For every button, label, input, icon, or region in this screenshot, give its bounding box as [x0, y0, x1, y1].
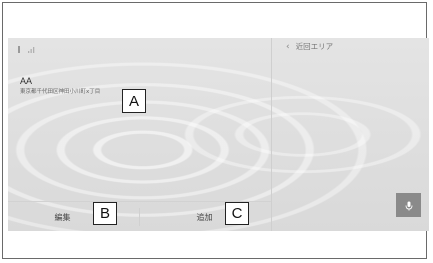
callout-b: B [93, 202, 117, 225]
add-button[interactable]: 追加 [140, 202, 271, 231]
list-item[interactable]: AA 東京都千代田区神田小川町x丁目 [20, 76, 100, 96]
callout-c: C [225, 202, 249, 225]
nav-screen: AA 東京都千代田区神田小川町x丁目 編集 追加 ‹ 近回エリア [8, 38, 429, 231]
status-bar [16, 46, 35, 56]
microphone-icon [405, 196, 413, 215]
chevron-left-icon: ‹ [286, 42, 290, 52]
bars-icon [28, 46, 35, 56]
add-button-label: 追加 [196, 212, 213, 222]
edit-button-label: 編集 [54, 212, 71, 222]
voice-input-button[interactable] [396, 193, 421, 217]
signal-icon [16, 46, 22, 56]
edit-button[interactable]: 編集 [8, 202, 139, 231]
entry-name: AA [20, 76, 33, 86]
panel-title: 近回エリア [295, 42, 334, 51]
callout-a: A [122, 89, 146, 113]
nearby-area-panel: ‹ 近回エリア [272, 38, 429, 231]
back-button[interactable]: ‹ 近回エリア [286, 42, 333, 52]
entry-address: 東京都千代田区神田小川町x丁目 [20, 89, 101, 95]
